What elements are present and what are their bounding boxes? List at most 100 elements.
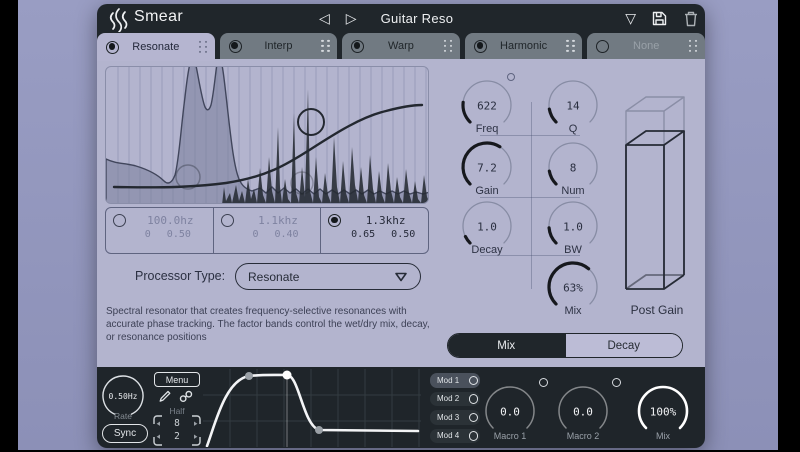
band-handle	[298, 109, 324, 135]
knob-freq-label: Freq	[459, 123, 515, 135]
tab-none[interactable]: None	[587, 33, 705, 59]
link-icon[interactable]	[179, 390, 193, 403]
processor-type-select[interactable]: Resonate	[235, 263, 421, 290]
ratio-stepper[interactable]: 8 2	[153, 415, 201, 446]
factor-mode-toggle: Mix Decay	[447, 333, 683, 358]
app-title: Smear	[134, 8, 183, 26]
band-1-values: 00.50	[113, 229, 209, 240]
knob-bw-label: BW	[545, 244, 601, 256]
divider	[480, 135, 580, 136]
knob-num-label: Num	[545, 185, 601, 197]
main-panel: 100.0hz 00.50 1.1khz 00.40 1.3khz	[97, 59, 705, 367]
knob-freq-value: 622	[459, 100, 515, 113]
chevron-down-icon	[394, 272, 408, 282]
drag-handle-icon[interactable]	[321, 40, 330, 52]
plugin-window: Smear ◁ ▷ Guitar Reso ▽	[97, 4, 705, 448]
preset-menu-icon[interactable]: ▽	[625, 12, 636, 26]
next-preset-button[interactable]: ▷	[346, 12, 357, 26]
spectrum-live	[222, 89, 429, 204]
preset-name[interactable]: Guitar Reso	[381, 11, 454, 26]
processor-description: Spectral resonator that creates frequenc…	[106, 305, 436, 344]
output-mix-value: 100%	[635, 406, 691, 419]
mod-slot-2[interactable]: Mod 2	[430, 392, 480, 407]
lfo-node-selected	[283, 371, 292, 380]
mod-indicator-ring[interactable]	[539, 378, 548, 387]
mod-slot-3[interactable]: Mod 3	[430, 410, 480, 425]
mod-slot-4-ring[interactable]	[469, 431, 479, 441]
band-1-freq: 100.0hz	[132, 214, 209, 227]
mod-indicator-ring[interactable]	[612, 378, 621, 387]
mod-indicator-ring[interactable]	[507, 73, 515, 81]
drag-handle-icon[interactable]	[566, 40, 575, 52]
drag-handle-icon[interactable]	[444, 40, 453, 52]
knob-decay-label: Decay	[459, 244, 515, 256]
knob-bw-value: 1.0	[545, 221, 601, 234]
mode-decay-button[interactable]: Decay	[565, 334, 683, 357]
knob-num-value: 8	[545, 162, 601, 175]
rate-label: Rate	[99, 411, 147, 421]
sync-button[interactable]: Sync	[102, 424, 148, 443]
knob-gain-label: Gain	[459, 185, 515, 197]
preset-nav: ◁ ▷ Guitar Reso	[319, 4, 453, 33]
modulation-bar: 0.50Hz Rate Sync Menu Half	[97, 367, 705, 448]
macro-1-value: 0.0	[482, 406, 538, 419]
smear-logo-icon	[107, 6, 131, 32]
processor-tabs: Resonate Interp Warp Harmonic None	[97, 33, 705, 59]
mod-slot-1-ring[interactable]	[469, 376, 479, 386]
band-3-freq: 1.3khz	[347, 214, 424, 227]
tab-none-radio[interactable]	[596, 40, 609, 53]
lfo-node	[245, 372, 253, 380]
tab-harmonic-radio[interactable]	[474, 40, 487, 53]
mod-slot-1[interactable]: Mod 1	[430, 373, 480, 388]
divider	[531, 102, 532, 289]
band-3-radio[interactable]	[328, 214, 341, 227]
save-icon[interactable]	[651, 10, 668, 27]
processor-type-label: Processor Type:	[135, 269, 225, 283]
trash-icon[interactable]	[683, 10, 699, 27]
drag-handle-icon[interactable]	[689, 40, 698, 52]
post-gain-meter[interactable]	[620, 85, 692, 301]
step-numerator[interactable]: 8	[153, 418, 201, 429]
tab-warp-radio[interactable]	[351, 40, 364, 53]
band-2-radio[interactable]	[221, 214, 234, 227]
processor-type-value: Resonate	[248, 270, 299, 284]
mode-mix-button[interactable]: Mix	[448, 334, 565, 357]
macro-2-value: 0.0	[555, 406, 611, 419]
band-1[interactable]: 100.0hz 00.50	[106, 208, 213, 253]
band-2-values: 00.40	[221, 229, 317, 240]
knob-gain-value: 7.2	[459, 162, 515, 175]
mod-slot-3-ring[interactable]	[469, 413, 479, 423]
drag-handle-icon[interactable]	[199, 41, 208, 53]
output-mix-label: Mix	[631, 431, 695, 441]
band-selectors: 100.0hz 00.50 1.1khz 00.40 1.3khz	[105, 207, 429, 254]
tab-harmonic[interactable]: Harmonic	[465, 33, 583, 59]
lfo-node	[315, 426, 323, 434]
band-1-radio[interactable]	[113, 214, 126, 227]
tab-warp[interactable]: Warp	[342, 33, 460, 59]
band-2-freq: 1.1khz	[240, 214, 317, 227]
edit-pencil-icon[interactable]	[158, 390, 171, 403]
knob-q-value: 14	[545, 100, 601, 113]
knob-mix-label: Mix	[545, 305, 601, 317]
title-bar-actions: ▽	[625, 4, 699, 33]
spectrum-display[interactable]	[105, 66, 429, 204]
prev-preset-button[interactable]: ◁	[319, 12, 330, 26]
step-denominator[interactable]: 2	[153, 431, 201, 442]
lfo-shape-editor[interactable]	[203, 369, 421, 447]
knob-mix-value: 63%	[545, 282, 601, 295]
tab-resonate[interactable]: Resonate	[97, 33, 215, 61]
band-3[interactable]: 1.3khz 0.650.50	[320, 208, 428, 253]
macro-1-label: Macro 1	[478, 431, 542, 441]
menu-button[interactable]: Menu	[154, 372, 200, 387]
tab-resonate-radio[interactable]	[106, 41, 119, 54]
knob-q-label: Q	[545, 123, 601, 135]
mod-slot-2-ring[interactable]	[469, 394, 479, 404]
rate-knob-value: 0.50Hz	[99, 392, 147, 401]
tab-interp-radio[interactable]	[229, 40, 242, 53]
mod-slot-4[interactable]: Mod 4	[430, 429, 480, 444]
title-bar: Smear ◁ ▷ Guitar Reso ▽	[97, 4, 705, 33]
tab-interp[interactable]: Interp	[220, 33, 338, 59]
band-2[interactable]: 1.1khz 00.40	[213, 208, 321, 253]
band-3-values: 0.650.50	[328, 229, 424, 240]
macro-2-label: Macro 2	[551, 431, 615, 441]
